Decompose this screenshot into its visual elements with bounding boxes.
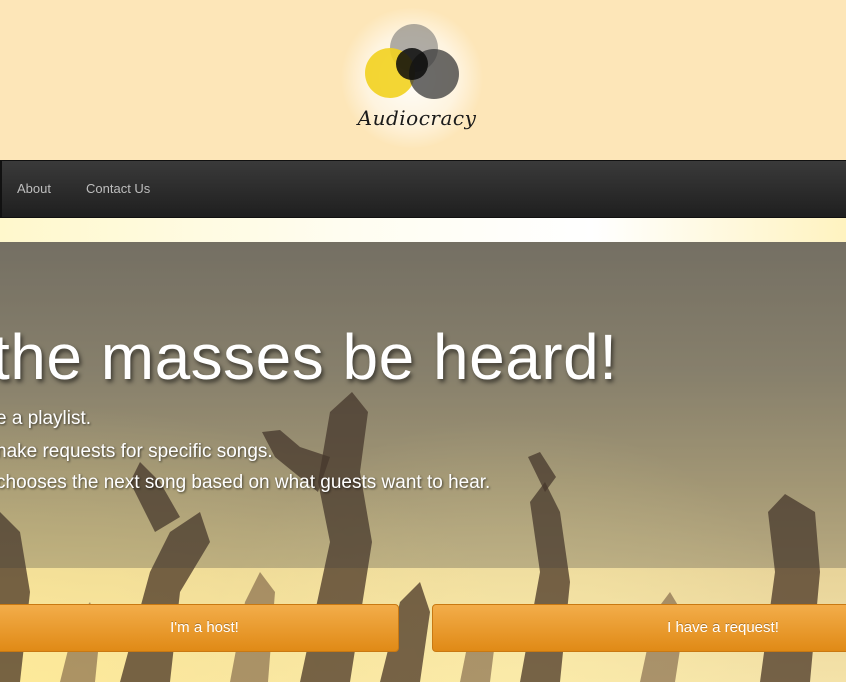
logo[interactable]: Audiocracy	[332, 8, 492, 150]
overlapping-circles-logo-icon	[365, 24, 459, 99]
hero-shade-overlay	[0, 242, 846, 568]
hero-section: the masses be heard! e a playlist. nake …	[0, 242, 846, 682]
brand-name: Audiocracy	[357, 106, 477, 130]
hero-line-3: chooses the next song based on what gues…	[0, 472, 491, 493]
site-header: Audiocracy	[0, 0, 846, 160]
hero-line-1: e a playlist.	[0, 408, 92, 429]
request-button-label: I have a request!	[667, 619, 779, 636]
request-button[interactable]: I have a request!	[432, 604, 846, 652]
hero-top-band	[0, 218, 846, 242]
nav-divider	[0, 161, 2, 217]
hero-title: the masses be heard!	[0, 321, 618, 393]
nav-item-about[interactable]: About	[17, 181, 51, 196]
host-button[interactable]: I'm a host!	[0, 604, 399, 652]
hero-line-2: nake requests for specific songs.	[0, 441, 273, 462]
nav-item-contact-us[interactable]: Contact Us	[86, 181, 150, 196]
host-button-label: I'm a host!	[170, 619, 239, 636]
top-navbar: About Contact Us	[0, 160, 846, 218]
